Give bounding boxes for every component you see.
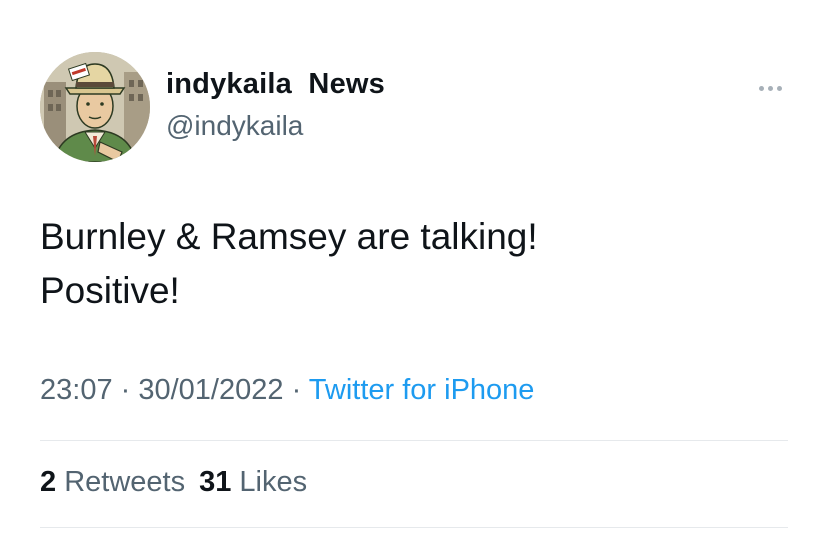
more-dots-icon xyxy=(758,85,764,91)
likes-stat[interactable]: 31 Likes xyxy=(199,466,307,498)
retweets-stat[interactable]: 2 Retweets xyxy=(40,466,185,498)
profile-avatar[interactable] xyxy=(40,52,150,162)
tweet-text: Burnley & Ramsey are talking! Positive! xyxy=(40,210,780,318)
meta-separator: · xyxy=(112,374,139,406)
tweet-text-line: Burnley & Ramsey are talking! xyxy=(40,216,538,257)
more-dots-icon xyxy=(767,85,773,91)
tweet-time[interactable]: 23:07 xyxy=(40,374,113,406)
likes-count: 31 xyxy=(199,466,232,498)
retweets-count: 2 xyxy=(40,466,57,498)
newspaper-reporter-avatar-icon xyxy=(40,52,150,162)
author-display-name[interactable]: indykaila News xyxy=(166,68,385,101)
tweet-text-line: Positive! xyxy=(40,270,180,311)
retweets-label: Retweets xyxy=(64,466,186,498)
author-handle[interactable]: @indykaila xyxy=(166,110,303,142)
more-dots-icon xyxy=(776,85,782,91)
divider xyxy=(40,527,788,528)
tweet-date[interactable]: 30/01/2022 xyxy=(138,374,283,406)
tweet-source-link[interactable]: Twitter for iPhone xyxy=(309,374,535,406)
tweet-metadata: 23:07 · 30/01/2022 · Twitter for iPhone xyxy=(40,374,534,407)
divider xyxy=(40,440,788,441)
tweet-stats: 2 Retweets 31 Likes xyxy=(40,466,321,499)
likes-label: Likes xyxy=(239,466,308,498)
meta-separator: · xyxy=(283,374,309,406)
tweet-card: indykaila News @indykaila Burnley & Rams… xyxy=(0,0,828,550)
more-options-button[interactable] xyxy=(752,78,788,98)
